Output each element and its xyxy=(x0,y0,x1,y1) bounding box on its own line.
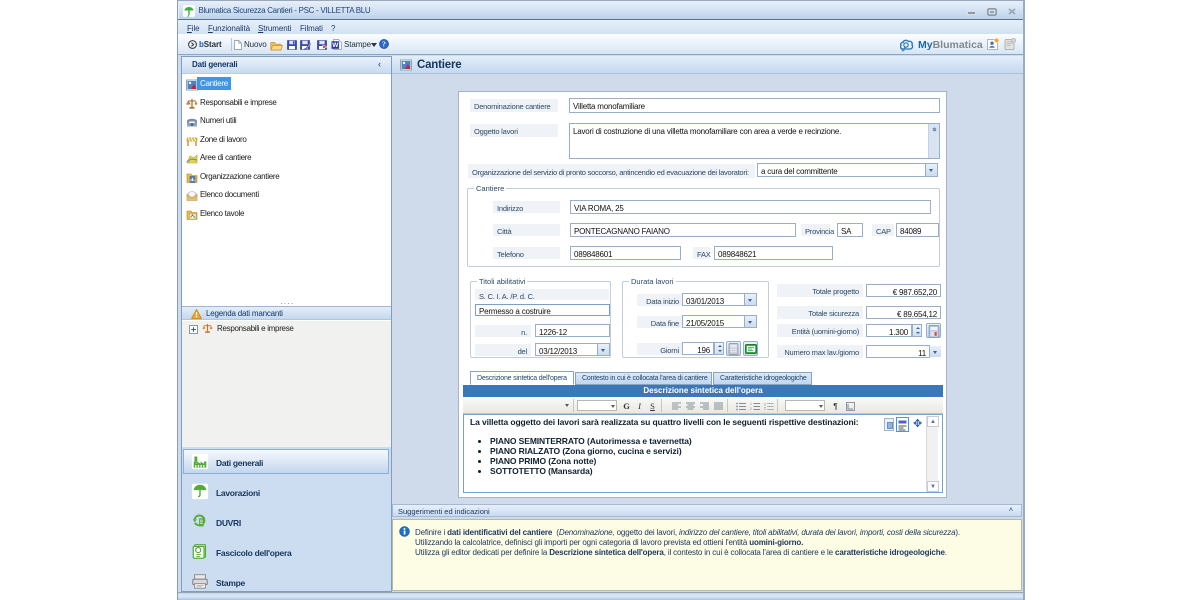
svg-text:?: ? xyxy=(382,40,386,49)
svg-text:W: W xyxy=(332,42,339,49)
svg-text:2: 2 xyxy=(750,407,752,411)
svg-text:1: 1 xyxy=(750,402,752,406)
